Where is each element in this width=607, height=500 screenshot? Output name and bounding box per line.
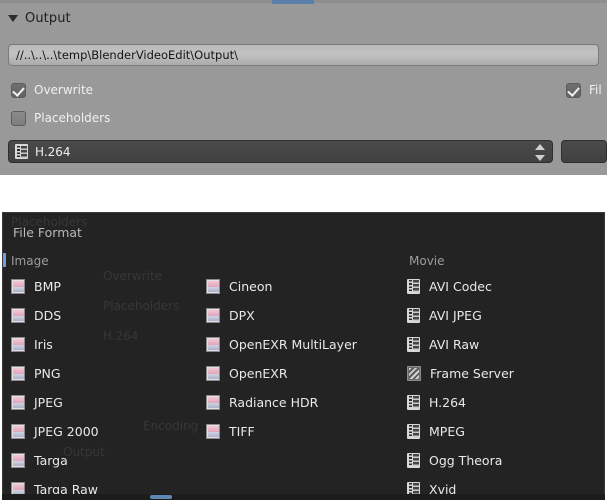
menu-item-bmp[interactable]: BMP xyxy=(11,276,61,296)
image-file-icon xyxy=(206,365,220,381)
image-file-icon xyxy=(11,307,25,323)
menu-item-label: Targa xyxy=(34,452,68,468)
image-file-icon xyxy=(206,307,220,323)
menu-item-openexr-multilayer[interactable]: OpenEXR MultiLayer xyxy=(206,334,357,354)
film-strip-icon xyxy=(407,394,420,410)
output-panel-header[interactable]: Output xyxy=(8,8,71,28)
image-file-icon xyxy=(11,423,25,439)
menu-item-jpeg[interactable]: JPEG xyxy=(11,392,63,412)
output-path-value: //..\..\..\temp\BlenderVideoEdit\Output\ xyxy=(16,48,239,62)
film-strip-icon xyxy=(407,307,420,323)
menu-title: File Format xyxy=(13,225,82,240)
menu-item-label: AVI Codec xyxy=(429,278,492,294)
column-heading-movie: Movie xyxy=(409,254,445,268)
image-file-icon xyxy=(11,278,25,294)
menu-item-label: OpenEXR xyxy=(229,365,288,381)
output-path-input[interactable]: //..\..\..\temp\BlenderVideoEdit\Output\ xyxy=(8,44,599,66)
placeholders-label: Placeholders xyxy=(34,111,111,125)
menu-item-label: Frame Server xyxy=(430,365,514,381)
image-file-icon xyxy=(206,423,220,439)
column-heading-accent xyxy=(3,253,6,267)
column-heading-image: Image xyxy=(11,254,49,268)
menu-item-label: Radiance HDR xyxy=(229,394,319,410)
active-tab-indicator xyxy=(272,0,314,4)
panel-seam xyxy=(0,175,607,212)
film-strip-icon xyxy=(15,144,28,159)
film-strip-icon xyxy=(407,423,420,439)
menu-item-avi-codec[interactable]: AVI Codec xyxy=(407,276,492,296)
menu-item-tiff[interactable]: TIFF xyxy=(206,421,255,441)
empty-checkbox-icon[interactable] xyxy=(11,110,26,126)
menu-item-ogg-theora[interactable]: Ogg Theora xyxy=(407,450,502,470)
scrollbar-thumb[interactable] xyxy=(150,495,172,499)
menu-item-label: Cineon xyxy=(229,278,273,294)
image-file-icon xyxy=(206,336,220,352)
menu-item-radiance-hdr[interactable]: Radiance HDR xyxy=(206,392,318,412)
menu-item-label: BMP xyxy=(34,278,61,294)
overwrite-label: Overwrite xyxy=(34,83,94,97)
menu-item-label: DDS xyxy=(34,307,62,323)
menu-item-dpx[interactable]: DPX xyxy=(206,305,255,325)
format-side-button[interactable] xyxy=(561,140,607,163)
image-file-icon xyxy=(11,336,25,352)
file-format-selected-value: H.264 xyxy=(35,144,71,159)
menu-item-label: H.264 xyxy=(429,394,467,410)
checkmark-icon[interactable] xyxy=(566,82,581,98)
output-properties-panel: Output //..\..\..\temp\BlenderVideoEdit\… xyxy=(0,0,607,175)
menu-item-avi-raw[interactable]: AVI Raw xyxy=(407,334,479,354)
image-file-icon xyxy=(206,278,220,294)
menu-item-label: OpenEXR MultiLayer xyxy=(229,336,357,352)
film-strip-icon xyxy=(407,336,420,352)
menu-item-mpeg[interactable]: MPEG xyxy=(407,421,465,441)
image-file-icon xyxy=(11,365,25,381)
page-title: Output xyxy=(25,10,71,26)
menu-item-label: TIFF xyxy=(229,423,255,439)
menu-item-label: JPEG 2000 xyxy=(34,423,99,439)
menu-item-label: Ogg Theora xyxy=(429,452,503,468)
menu-item-label: JPEG xyxy=(34,394,63,410)
menu-item-iris[interactable]: Iris xyxy=(11,334,53,354)
menu-item-frame-server[interactable]: Frame Server xyxy=(407,363,514,383)
ghost-backdrop-text: Placeholders Overwrite Placeholders H.26… xyxy=(11,215,199,459)
menu-item-jpeg-2000[interactable]: JPEG 2000 xyxy=(11,421,99,441)
overwrite-checkbox-row[interactable]: Overwrite xyxy=(11,81,93,99)
file-extensions-label: Fil xyxy=(589,83,602,97)
image-file-icon xyxy=(206,394,220,410)
menu-item-avi-jpeg[interactable]: AVI JPEG xyxy=(407,305,482,325)
triangle-down-icon[interactable] xyxy=(8,14,18,22)
image-file-icon xyxy=(11,394,25,410)
file-format-select[interactable]: H.264 xyxy=(8,140,553,163)
menu-item-label: DPX xyxy=(229,307,255,323)
file-format-dropdown-menu[interactable]: Placeholders Overwrite Placeholders H.26… xyxy=(2,212,605,500)
menu-item-cineon[interactable]: Cineon xyxy=(206,276,272,296)
menu-item-label: AVI Raw xyxy=(429,336,480,352)
film-strip-icon xyxy=(407,278,420,294)
menu-item-dds[interactable]: DDS xyxy=(11,305,61,325)
menu-item-label: MPEG xyxy=(429,423,465,439)
menu-item-openexr[interactable]: OpenEXR xyxy=(206,363,288,383)
menu-item-png[interactable]: PNG xyxy=(11,363,61,383)
menu-item-h264[interactable]: H.264 xyxy=(407,392,466,412)
checkmark-icon[interactable] xyxy=(11,82,26,98)
menu-item-label: PNG xyxy=(34,365,61,381)
image-file-icon xyxy=(11,452,25,468)
frame-server-icon xyxy=(407,365,421,381)
horizontal-scrollbar[interactable] xyxy=(2,494,605,500)
menu-item-label: AVI JPEG xyxy=(429,307,482,323)
film-strip-icon xyxy=(407,452,420,468)
menu-item-label: Iris xyxy=(34,336,53,352)
file-extensions-checkbox-row[interactable]: Fil xyxy=(566,81,602,99)
menu-item-targa[interactable]: Targa xyxy=(11,450,68,470)
spinner-up-down-icon[interactable] xyxy=(534,144,545,161)
placeholders-checkbox-row[interactable]: Placeholders xyxy=(11,109,110,127)
